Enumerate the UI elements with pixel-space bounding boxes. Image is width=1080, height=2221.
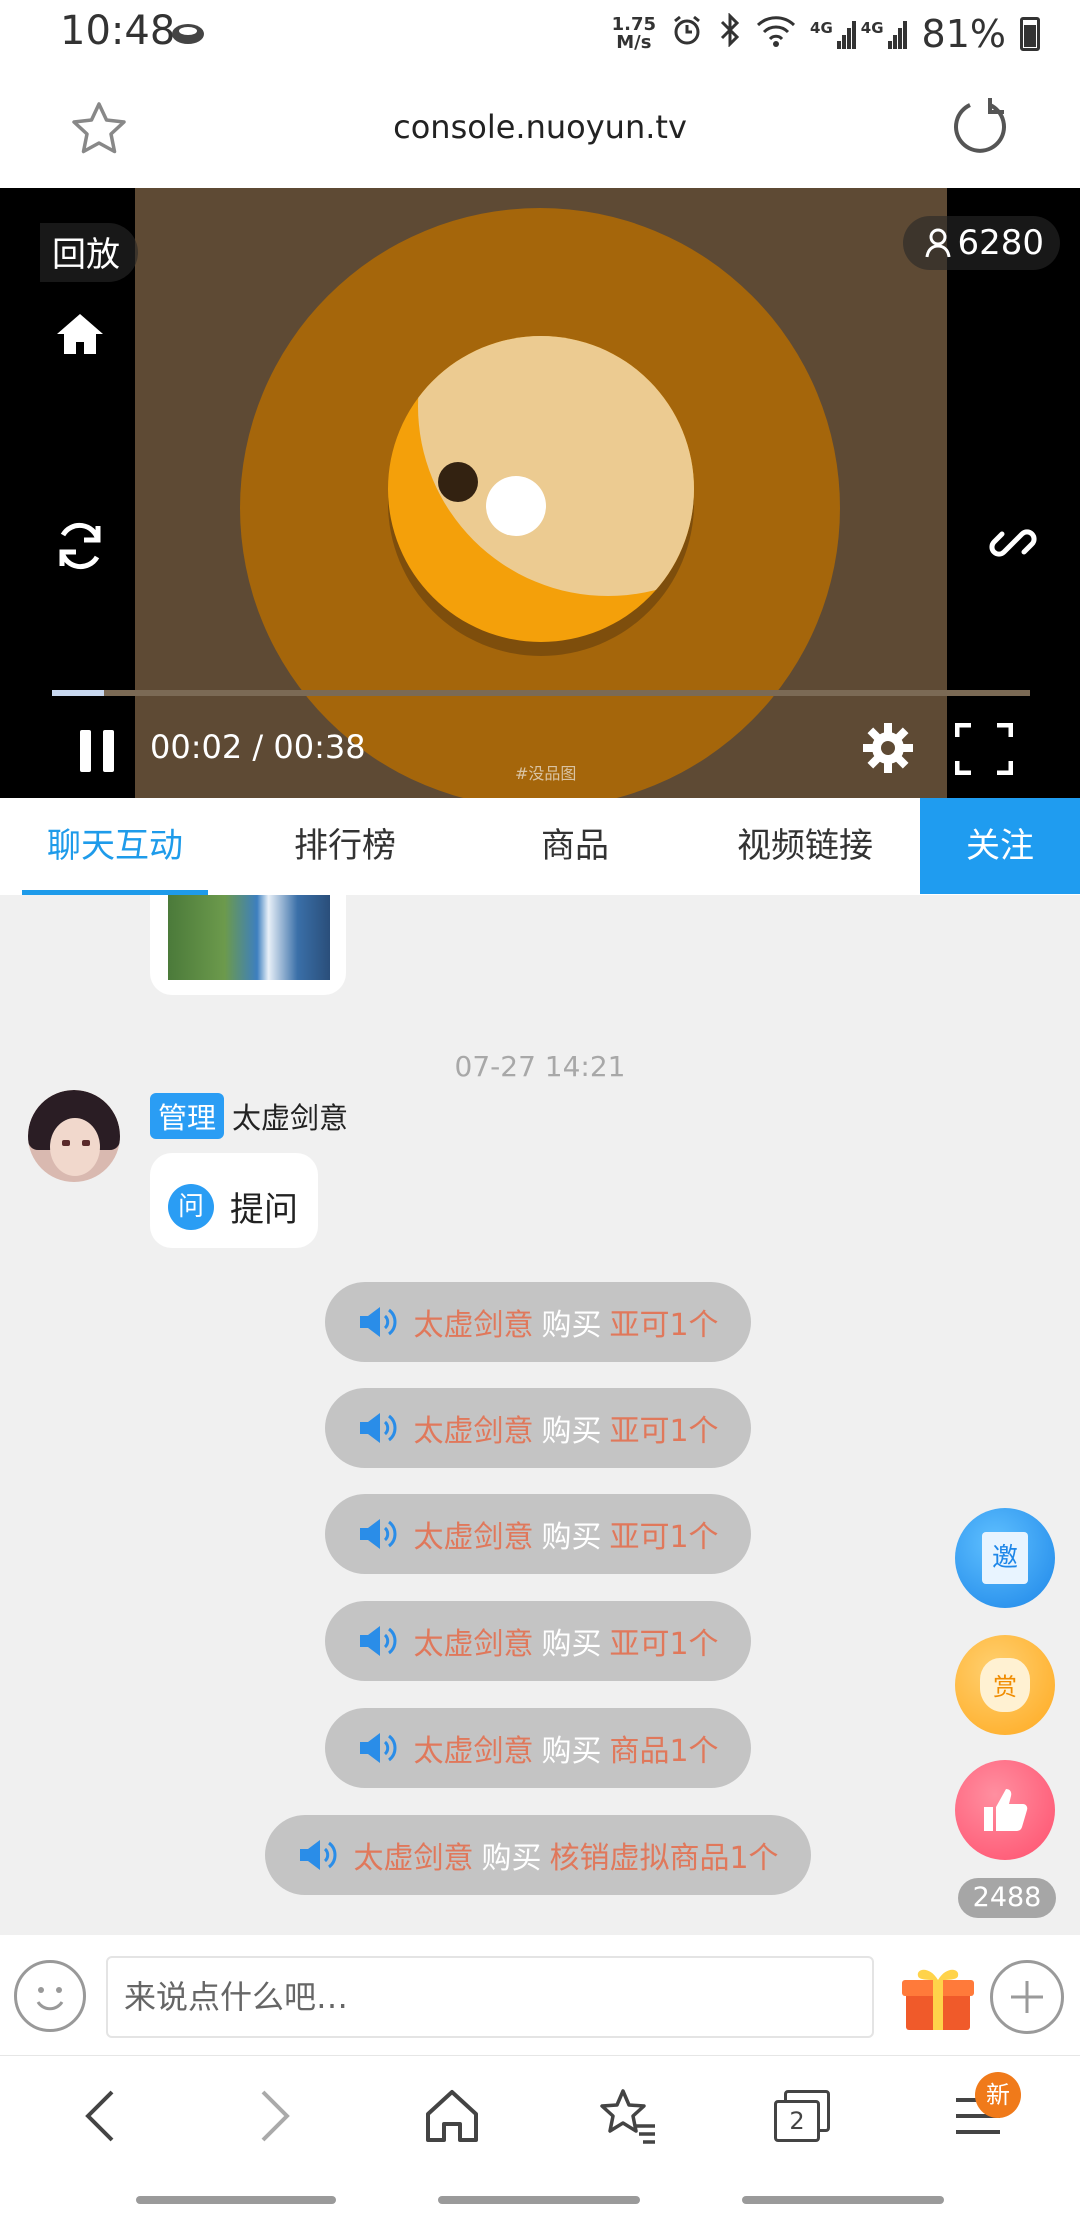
chevron-right-icon: [261, 2090, 290, 2142]
purchase-notice: 太虚剑意 购买 亚可1个: [325, 1601, 751, 1681]
new-badge: 新: [975, 2072, 1021, 2118]
viewer-count: 6280: [903, 216, 1060, 270]
invite-button[interactable]: 邀: [955, 1508, 1055, 1608]
battery-percent: 81%: [921, 12, 1006, 56]
net-speed: 1.75 M/s: [611, 14, 657, 53]
emoji-button[interactable]: [14, 1960, 86, 2032]
purchase-notice: 太虚剑意 购买 亚可1个: [325, 1494, 751, 1574]
tab-products[interactable]: 商品: [460, 798, 690, 894]
chat-area[interactable]: 07-27 14:21 管理 太虚剑意 问 提问 太虚剑意 购买 亚可1个 太虚剑意…: [0, 895, 1080, 1935]
star-list-icon: [600, 2089, 655, 2144]
tab-chat[interactable]: 聊天互动: [0, 798, 230, 894]
money-bag-icon: 赏: [980, 1658, 1030, 1712]
battery-icon: [1020, 17, 1040, 51]
video-watermark: #没品图: [515, 764, 577, 783]
tab-ranking[interactable]: 排行榜: [230, 798, 460, 894]
speaker-icon: [357, 1410, 399, 1446]
status-time: 10:48: [60, 8, 176, 54]
purchase-notice: 太虚剑意 购买 亚可1个: [325, 1388, 751, 1468]
fullscreen-icon[interactable]: [954, 722, 1014, 779]
reward-button[interactable]: 赏: [955, 1635, 1055, 1735]
status-indicators: 1.75 M/s 4G 4G 81%: [612, 12, 1040, 56]
speaker-icon: [297, 1837, 339, 1873]
gift-icon: [902, 1969, 974, 2030]
follow-button[interactable]: 关注: [920, 798, 1080, 894]
alarm-icon: [670, 12, 704, 56]
home-button[interactable]: [392, 2076, 512, 2156]
message-text: 提问: [230, 1190, 298, 1230]
question-icon: 问: [168, 1184, 214, 1230]
chat-timestamp: 07-27 14:21: [454, 1050, 626, 1083]
message-username: 太虚剑意: [232, 1101, 349, 1135]
video-disc-center: [388, 336, 694, 642]
signal-icon: 4G 4G: [810, 19, 908, 49]
url-bar: console.nuoyun.tv: [0, 70, 1080, 188]
video-player[interactable]: #没品图 回放 6280 00:02 / 00:38: [0, 188, 1080, 798]
admin-badge: 管理: [150, 1093, 225, 1139]
replay-label: 回放: [40, 223, 138, 282]
chevron-left-icon: [85, 2090, 114, 2142]
smiley-icon: [36, 1987, 64, 2011]
like-count: 2488: [958, 1878, 1056, 1918]
speaker-icon: [357, 1304, 399, 1340]
avatar[interactable]: [28, 1090, 120, 1182]
pause-icon[interactable]: [78, 728, 116, 778]
gift-button[interactable]: [900, 1962, 976, 2032]
home-icon[interactable]: [54, 310, 106, 360]
tabs-button[interactable]: 2: [742, 2076, 862, 2156]
bluetooth-icon: [718, 12, 742, 56]
notification-icon: [170, 20, 206, 52]
purchase-notice: 太虚剑意 购买 商品1个: [325, 1708, 751, 1788]
wifi-icon: [756, 12, 796, 56]
speaker-icon: [357, 1730, 399, 1766]
home-outline-icon: [426, 2090, 478, 2142]
bookmarks-button[interactable]: [568, 2076, 688, 2156]
back-button[interactable]: [40, 2076, 160, 2156]
gesture-bar-center: [438, 2196, 640, 2204]
settings-gear-icon[interactable]: [860, 720, 916, 780]
refresh-icon[interactable]: [52, 518, 108, 578]
video-frame: #没品图: [135, 188, 947, 798]
speaker-icon: [357, 1516, 399, 1552]
tab-bar: 聊天互动 排行榜 商品 视频链接: [0, 798, 1080, 894]
gesture-bar-left: [136, 2196, 336, 2204]
gesture-bar-right: [742, 2196, 944, 2204]
progress-fill: [52, 690, 104, 696]
purchase-notice: 太虚剑意 购买 亚可1个: [325, 1282, 751, 1362]
tab-count: 2: [774, 2100, 820, 2142]
thumbs-up-icon: [984, 1789, 1028, 1831]
plus-icon: [1011, 1981, 1043, 2013]
reload-icon[interactable]: [950, 96, 1010, 160]
purchase-notice: 太虚剑意 购买 核销虚拟商品1个: [265, 1815, 811, 1895]
person-icon: [925, 228, 951, 258]
playback-time: 00:02 / 00:38: [150, 728, 366, 766]
chat-input[interactable]: [106, 1956, 874, 2038]
invite-icon: 邀: [982, 1532, 1028, 1584]
progress-track[interactable]: [52, 690, 1030, 696]
tab-video-links[interactable]: 视频链接: [690, 798, 920, 894]
link-icon[interactable]: [988, 518, 1038, 572]
image-message-thumbnail[interactable]: [168, 895, 330, 980]
status-bar: 10:48 1.75 M/s 4G 4G 81%: [0, 0, 1080, 70]
speaker-icon: [357, 1623, 399, 1659]
forward-button[interactable]: [215, 2076, 335, 2156]
url-text[interactable]: console.nuoyun.tv: [0, 108, 1080, 146]
like-button[interactable]: [955, 1760, 1055, 1860]
more-options-button[interactable]: [990, 1960, 1064, 2034]
